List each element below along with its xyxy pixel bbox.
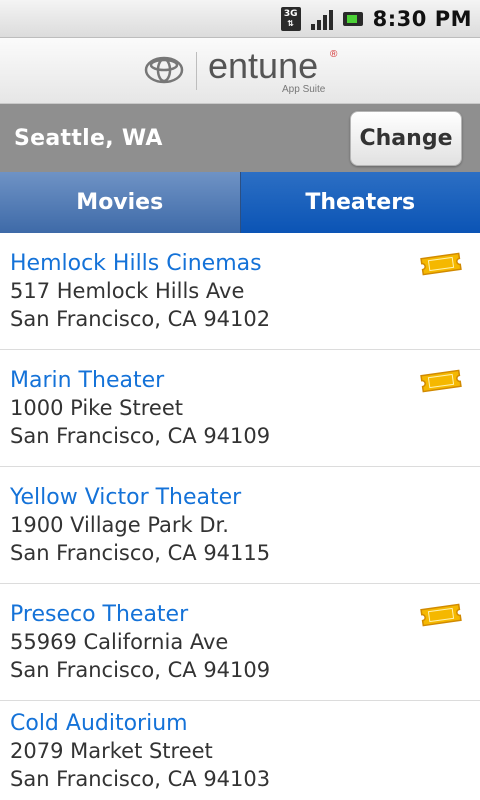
3g-icon: 3G ⇅ <box>280 6 301 31</box>
theater-address-line2: San Francisco, CA 94102 <box>10 307 271 331</box>
theater-name[interactable]: Yellow Victor Theater <box>10 485 241 510</box>
theater-address-line1: 1900 Village Park Dr. <box>10 513 229 537</box>
theater-address-line1: 1000 Pike Street <box>10 396 183 420</box>
theater-name[interactable]: Hemlock Hills Cinemas <box>10 251 262 276</box>
list-item[interactable]: Cold Auditorium 2079 Market Street San F… <box>0 701 480 800</box>
theater-address-line1: 55969 California Ave <box>10 630 229 654</box>
status-time: 8:30 PM <box>372 6 472 31</box>
ticket-icon[interactable] <box>418 367 464 395</box>
ticket-icon[interactable] <box>418 250 464 278</box>
theater-address-line1: 2079 Market Street <box>10 739 213 763</box>
theater-address-line2: San Francisco, CA 94109 <box>10 658 271 682</box>
list-item[interactable]: Hemlock Hills Cinemas 517 Hemlock Hills … <box>0 233 480 350</box>
entune-wordmark: entune <box>208 45 319 86</box>
signal-icon <box>310 8 333 30</box>
ticket-icon[interactable] <box>418 601 464 629</box>
battery-icon <box>342 11 363 26</box>
theater-name[interactable]: Marin Theater <box>10 368 164 393</box>
list-item[interactable]: Marin Theater 1000 Pike Street San Franc… <box>0 350 480 467</box>
toyota-emblem-icon <box>144 56 184 84</box>
tab-theaters[interactable]: Theaters <box>240 172 480 233</box>
app-header: entune ® App Suite <box>0 38 480 104</box>
app-suite-label: App Suite <box>282 84 326 95</box>
change-location-button[interactable]: Change <box>350 111 462 166</box>
list-item[interactable]: Yellow Victor Theater 1900 Village Park … <box>0 467 480 584</box>
location-label: Seattle, WA <box>14 126 163 151</box>
status-bar: 3G ⇅ 8:30 PM <box>0 0 480 38</box>
theater-address-line2: San Francisco, CA 94109 <box>10 424 271 448</box>
network-type-label: 3G <box>283 8 298 19</box>
tab-bar: Movies Theaters <box>0 172 480 233</box>
theater-address-line2: San Francisco, CA 94103 <box>10 767 271 791</box>
theater-address-line2: San Francisco, CA 94115 <box>10 541 271 565</box>
theater-name[interactable]: Cold Auditorium <box>10 711 188 736</box>
list-item[interactable]: Preseco Theater 55969 California Ave San… <box>0 584 480 701</box>
entune-logo: entune ® App Suite <box>144 46 344 96</box>
theater-name[interactable]: Preseco Theater <box>10 602 188 627</box>
tab-movies[interactable]: Movies <box>0 172 241 233</box>
theater-list: Hemlock Hills Cinemas 517 Hemlock Hills … <box>0 233 480 800</box>
registered-mark: ® <box>330 49 338 60</box>
theater-address-line1: 517 Hemlock Hills Ave <box>10 279 245 303</box>
logo-divider <box>196 52 197 90</box>
